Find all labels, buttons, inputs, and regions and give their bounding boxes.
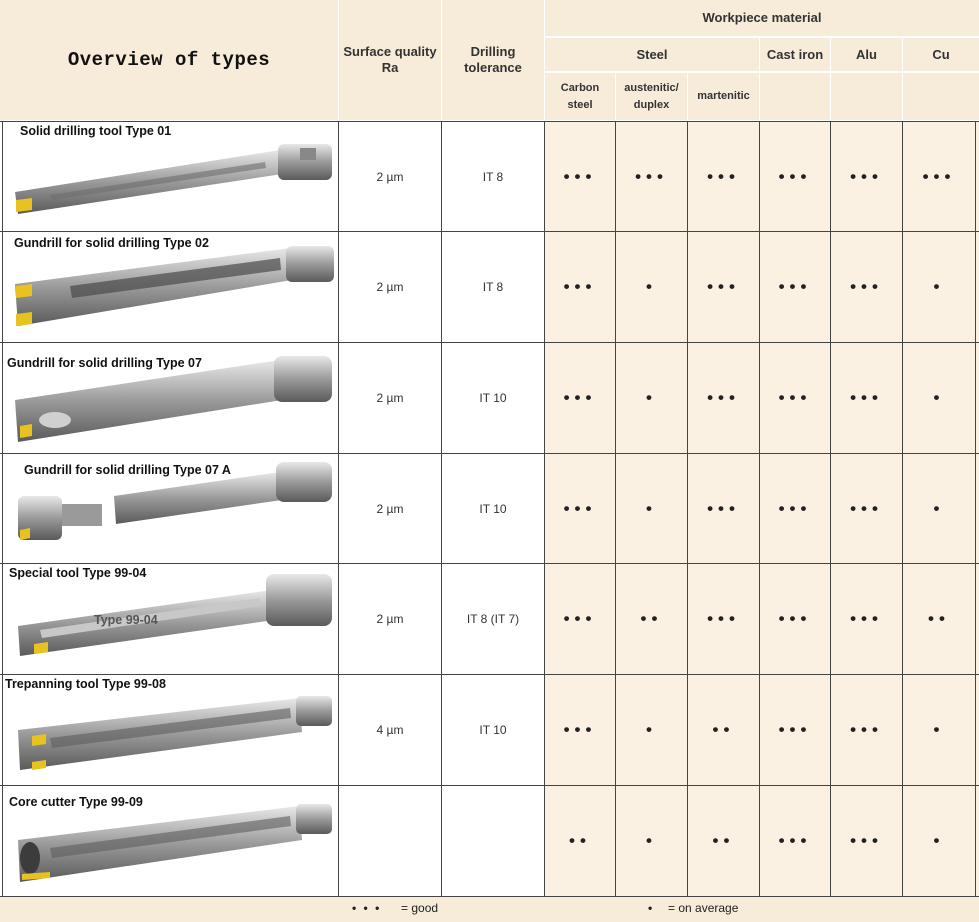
drill-tool-image [18, 804, 332, 882]
drilling-tolerance-value: IT 8 [482, 169, 504, 184]
martenitic-header: martenitic [688, 73, 759, 120]
surface-quality-value: 2 µm [376, 501, 404, 516]
surface-quality-value: 4 µm [376, 723, 404, 737]
tool-name: Solid drilling tool Type 01 [20, 124, 172, 138]
rating-carbon-steel: ••• [563, 277, 597, 296]
rating-austenitic-duplex: • [646, 388, 657, 407]
rating-carbon-steel: ••• [563, 720, 597, 739]
rating-alu: ••• [850, 277, 883, 296]
drill-tool-image [18, 574, 332, 656]
austenitic-duplex-header: austenitic/ duplex [616, 73, 687, 120]
rating-cast-iron: ••• [778, 609, 812, 628]
drill-tool-image [15, 356, 332, 442]
surface-quality-value: 2 µm [376, 280, 404, 294]
overview-table: Overview of types Surface quality Ra Dri… [0, 0, 979, 922]
rating-alu: ••• [850, 831, 883, 850]
rating-martenitic: ••• [707, 388, 740, 407]
legend: • • • = good • = on average [0, 897, 979, 922]
drilling-tolerance-header: Drilling tolerance [442, 0, 544, 120]
rating-martenitic: •• [712, 720, 735, 739]
title-cell: Overview of types [0, 0, 338, 120]
rating-cast-iron: ••• [778, 388, 812, 407]
drilling-tolerance-value: IT 10 [479, 391, 507, 405]
rating-cu: •• [928, 609, 950, 628]
rating-carbon-steel: ••• [563, 498, 597, 518]
rating-cu: • [933, 831, 945, 850]
rating-martenitic: ••• [707, 498, 740, 518]
carbon-steel-header: Carbon steel [545, 73, 615, 120]
rating-carbon-steel: ••• [563, 609, 597, 628]
rating-cu: • [933, 388, 945, 407]
rating-martenitic: ••• [707, 609, 740, 628]
rating-cu: • [933, 277, 945, 296]
drilling-tolerance-value: IT 10 [479, 501, 507, 516]
cast-iron-subheader [760, 73, 830, 120]
rating-cast-iron: ••• [778, 498, 812, 518]
legend-good-label: = good [401, 901, 439, 915]
drill-tool-image [18, 696, 332, 770]
surface-quality-value: 2 µm [376, 612, 404, 626]
workpiece-material-header: Workpiece material [545, 0, 979, 36]
rating-carbon-steel: ••• [563, 388, 597, 407]
rating-alu: ••• [850, 609, 883, 628]
drilling-tolerance-value [442, 786, 544, 896]
rating-martenitic: ••• [707, 166, 740, 186]
cast-iron-header: Cast iron [760, 38, 830, 71]
rating-cu: • [933, 498, 945, 518]
drill-tool-image [15, 246, 334, 326]
rating-austenitic-duplex: • [646, 277, 657, 296]
rating-austenitic-duplex: • [646, 498, 657, 518]
rating-austenitic-duplex: •• [640, 609, 663, 628]
rating-cast-iron: ••• [778, 720, 812, 739]
legend-average-dots: • [648, 901, 653, 915]
rating-alu: ••• [850, 720, 883, 739]
alu-subheader [831, 73, 902, 120]
legend-good-dots: • • • [352, 901, 382, 915]
steel-header: Steel [545, 38, 759, 71]
rating-austenitic-duplex: • [646, 720, 657, 739]
cu-header: Cu [903, 38, 979, 71]
alu-header: Alu [831, 38, 902, 71]
rating-carbon-steel: ••• [563, 166, 597, 186]
rating-cast-iron: ••• [778, 831, 812, 850]
type-overlay-label: Type 99-04 [94, 613, 158, 627]
rating-martenitic: •• [712, 831, 735, 850]
rating-martenitic: ••• [707, 277, 740, 296]
rating-alu: ••• [850, 498, 883, 518]
drilling-tolerance-value: IT 8 (IT 7) [466, 612, 520, 626]
rating-cu: • [933, 720, 945, 739]
surface-quality-value [339, 786, 441, 896]
rating-alu: ••• [850, 388, 883, 407]
tool-name: Trepanning tool Type 99-08 [5, 677, 166, 691]
surface-quality-value: 2 µm [376, 391, 404, 405]
rating-cast-iron: ••• [778, 166, 812, 186]
surface-quality-header: Surface quality Ra [339, 0, 441, 120]
rating-alu: ••• [850, 166, 883, 186]
rating-carbon-steel: •• [569, 831, 591, 850]
rating-cu: ••• [922, 166, 956, 186]
rating-cast-iron: ••• [778, 277, 812, 296]
rating-austenitic-duplex: • [646, 831, 657, 850]
page-title: Overview of types [67, 49, 271, 71]
cu-subheader [903, 73, 979, 120]
legend-average-label: = on average [668, 901, 739, 915]
drilling-tolerance-value: IT 8 [482, 280, 504, 294]
drill-tool-image [15, 144, 332, 214]
surface-quality-value: 2 µm [376, 169, 404, 184]
drilling-tolerance-value: IT 10 [479, 723, 507, 737]
drill-tool-image [18, 462, 332, 540]
rating-austenitic-duplex: ••• [635, 166, 668, 186]
